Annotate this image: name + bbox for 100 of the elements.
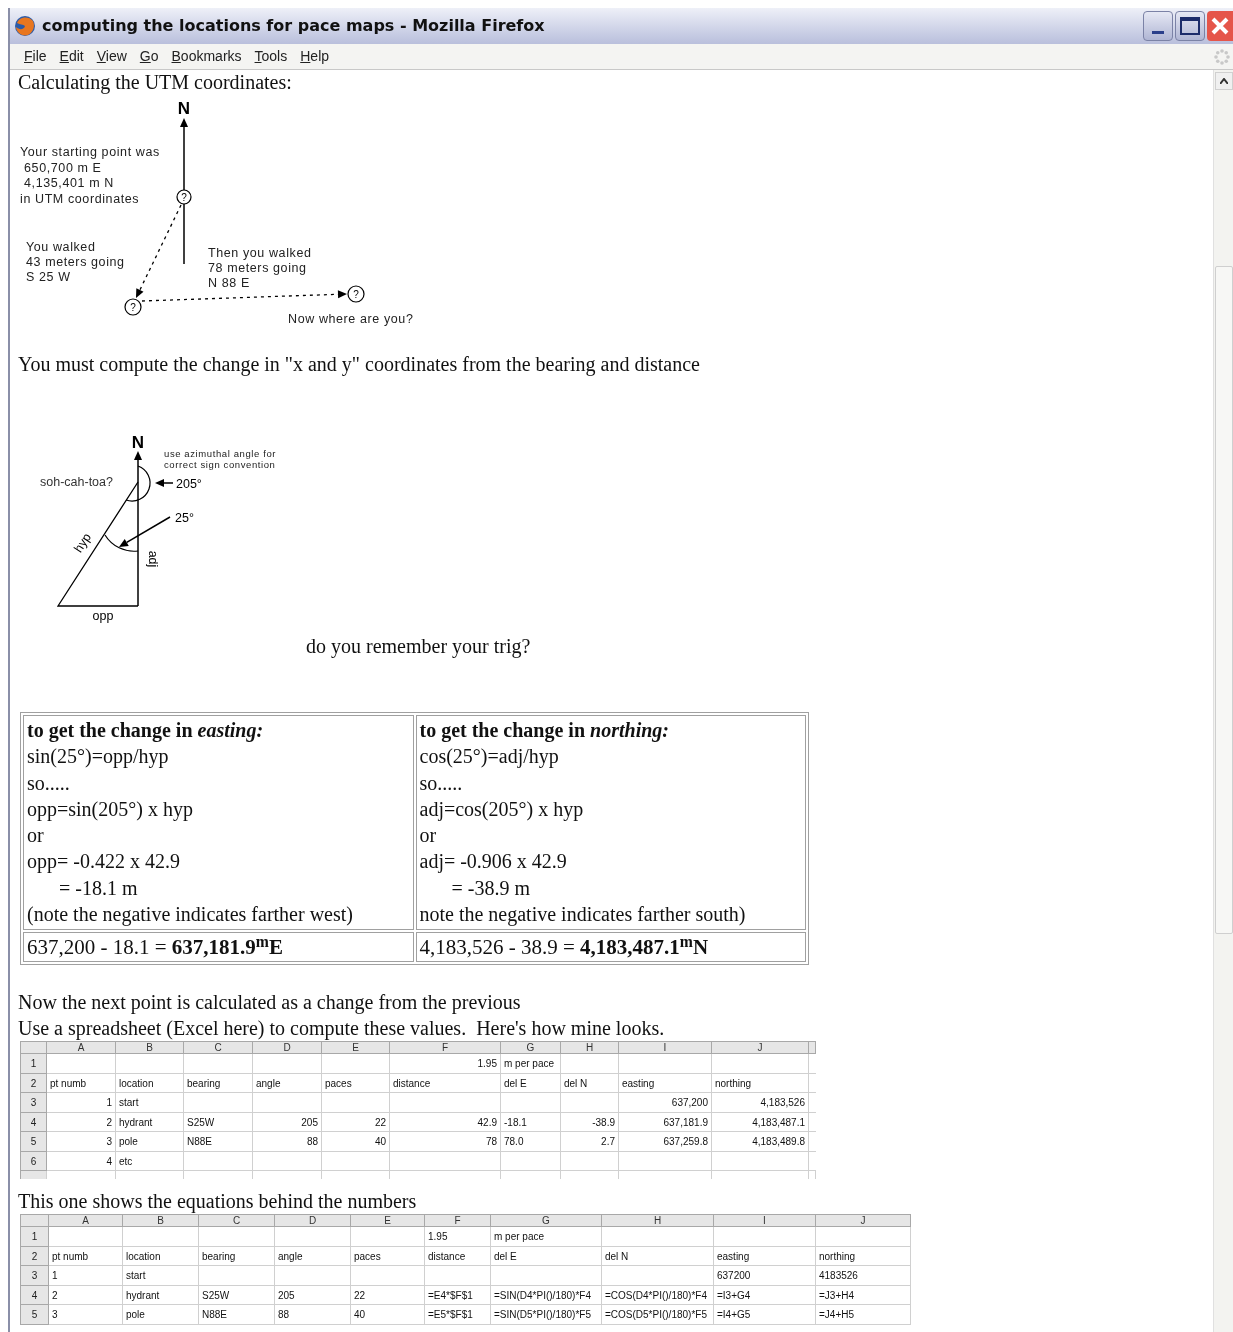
close-icon [1210, 16, 1230, 36]
maximize-icon [1180, 17, 1200, 35]
sheet-cell: easting [714, 1246, 816, 1267]
column-header[interactable]: E [351, 1215, 425, 1228]
sheet-cell: paces [322, 1073, 390, 1094]
column-header[interactable]: B [123, 1215, 199, 1228]
column-header[interactable]: D [253, 1042, 322, 1055]
minimize-icon [1152, 31, 1164, 34]
menu-item[interactable]: File [20, 46, 51, 67]
minimize-button[interactable] [1143, 11, 1173, 41]
side-label: adj [146, 550, 160, 568]
scroll-up-button[interactable] [1214, 72, 1233, 90]
column-header[interactable]: C [199, 1215, 275, 1228]
sheet-cell: 22 [351, 1285, 425, 1306]
menu-item[interactable]: Go [135, 46, 163, 67]
column-header[interactable]: F [425, 1215, 491, 1228]
sheet-cell: del E [491, 1246, 602, 1267]
column-header[interactable] [809, 1042, 816, 1055]
sheet-cell: 1 [47, 1093, 116, 1113]
sheet-cell: del N [602, 1246, 714, 1267]
column-header[interactable]: C [184, 1042, 253, 1055]
body-text: do you remember your trig? [306, 634, 531, 658]
menu-item[interactable]: Help [296, 46, 334, 67]
sheet-cell: =COS(D5*PI()/180)*F5 [602, 1305, 714, 1325]
sheet-cell: angle [275, 1246, 351, 1267]
close-button[interactable] [1207, 11, 1233, 41]
column-header[interactable]: J [712, 1042, 809, 1055]
point-marker: ? [124, 298, 142, 316]
menu-item[interactable]: Edit [55, 46, 88, 67]
sheet-cell: =SIN(D4*PI()/180)*F4 [491, 1285, 602, 1306]
column-header[interactable]: G [501, 1042, 561, 1055]
sheet-cell: bearing [199, 1246, 275, 1267]
row-header[interactable]: 3 [21, 1093, 47, 1113]
sheet-cell: 637,181.9 [619, 1112, 712, 1133]
sheet-cell: location [116, 1073, 184, 1094]
sheet-cell: pt numb [47, 1073, 116, 1094]
table-cell: 637,200 - 18.1 = 637,181.9$^{m}$E [23, 932, 414, 963]
select-all-corner[interactable] [21, 1215, 49, 1228]
angle-label: 205° [176, 477, 202, 491]
empty-cell [253, 1054, 322, 1074]
cell-line: note the negative indicates farther south) [419, 902, 747, 928]
column-header[interactable]: G [491, 1215, 602, 1228]
menu-item[interactable]: Bookmarks [167, 46, 246, 67]
sheet-cell: hydrant [116, 1112, 184, 1133]
sheet-cell: -38.9 [561, 1112, 619, 1133]
column-header[interactable]: B [116, 1042, 184, 1055]
column-header[interactable]: F [390, 1042, 501, 1055]
menu-item[interactable]: Tools [250, 46, 292, 67]
scroll-thumb[interactable] [1214, 266, 1233, 934]
row-header[interactable]: 3 [21, 1266, 49, 1286]
sheet-cell: 88 [275, 1305, 351, 1325]
cell-line: = -18.1 m [58, 875, 139, 901]
column-header[interactable]: A [47, 1042, 116, 1055]
sheet-cell: 2.7 [561, 1132, 619, 1152]
sheet-cell: 78.0 [501, 1132, 561, 1152]
empty-cell [501, 1093, 561, 1113]
point-marker: ? [347, 285, 365, 303]
column-header[interactable]: A [49, 1215, 123, 1228]
column-header[interactable]: J [816, 1215, 911, 1228]
row-header[interactable]: 1 [21, 1227, 49, 1247]
sheet-cell: m per pace [501, 1054, 561, 1074]
sheet-cell: angle [253, 1073, 322, 1094]
select-all-corner[interactable] [21, 1042, 47, 1055]
sheet-cell: pole [116, 1132, 184, 1152]
row-header[interactable]: 4 [21, 1112, 47, 1133]
sheet-cell: =E5*$F$1 [425, 1305, 491, 1325]
angle-arc [125, 465, 151, 502]
column-header[interactable]: E [322, 1042, 390, 1055]
row-header[interactable]: 4 [21, 1285, 49, 1306]
row-header[interactable]: 1 [21, 1054, 47, 1074]
cell-line: adj= -0.906 x 42.9 [419, 849, 568, 875]
row-header[interactable]: 2 [21, 1073, 47, 1094]
sheet-cell: 1 [49, 1266, 123, 1286]
maximize-button[interactable] [1175, 11, 1205, 41]
column-header[interactable]: D [275, 1215, 351, 1228]
empty-cell [253, 1093, 322, 1113]
menu-item[interactable]: View [92, 46, 131, 67]
sheet-cell: S25W [199, 1285, 275, 1306]
row-header[interactable]: 2 [21, 1246, 49, 1267]
column-header[interactable]: H [561, 1042, 619, 1055]
cell-line: to get the change in easting: [27, 718, 265, 744]
sheet-cell: 2 [47, 1112, 116, 1133]
sheet-cell: easting [619, 1073, 712, 1094]
row-header[interactable]: 5 [21, 1132, 47, 1152]
column-header[interactable]: H [602, 1215, 714, 1228]
sheet-cell: 637200 [714, 1266, 816, 1286]
window-title: computing the locations for pace maps - Mozilla Firefox [42, 15, 545, 37]
row-header[interactable]: 5 [21, 1305, 49, 1325]
sheet-cell: =SIN(D5*PI()/180)*F5 [491, 1305, 602, 1325]
sheet-cell: =J4+H5 [816, 1305, 911, 1325]
row-header[interactable] [21, 1171, 47, 1180]
angle-arc [104, 534, 139, 552]
angle-label: 25° [175, 511, 194, 525]
scrollbar[interactable] [1213, 70, 1233, 1332]
empty-cell [322, 1054, 390, 1074]
column-header[interactable]: I [619, 1042, 712, 1055]
sheet-cell: hydrant [123, 1285, 199, 1306]
column-header[interactable]: I [714, 1215, 816, 1228]
row-header[interactable]: 6 [21, 1151, 47, 1172]
sheet-cell: 205 [275, 1285, 351, 1306]
